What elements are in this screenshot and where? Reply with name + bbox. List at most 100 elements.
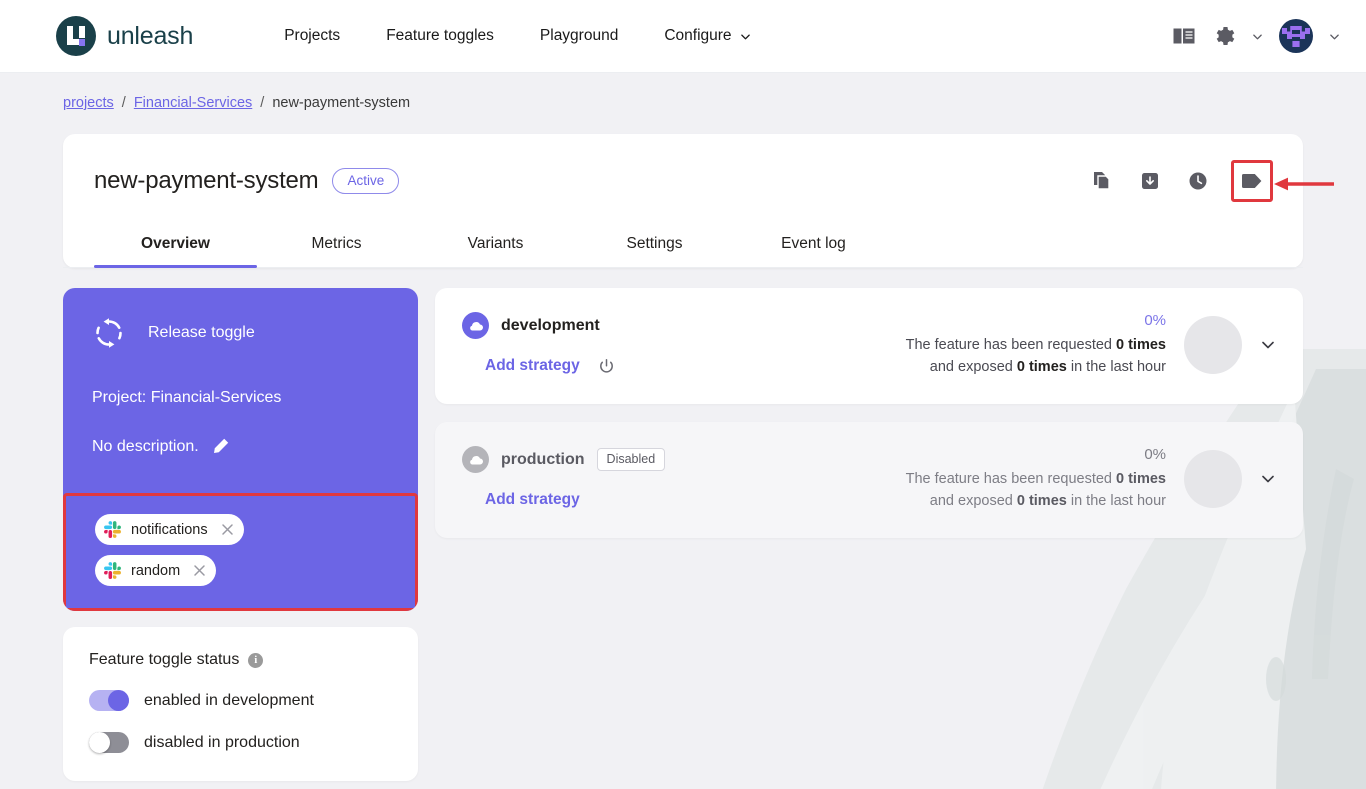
project-label: Project: Financial-Services: [92, 389, 389, 407]
gear-settings-icon[interactable]: [1212, 24, 1236, 48]
stat-prefix: The feature has been requested: [906, 337, 1116, 353]
environment-card-production: production Disabled Add strategy 0% The …: [435, 422, 1303, 538]
breadcrumb-separator: /: [122, 95, 126, 111]
feature-overview-body: Release toggle Project: Financial-Servic…: [63, 288, 1303, 781]
stat-prefix: The feature has been requested: [906, 471, 1116, 487]
cloud-icon: [462, 312, 489, 339]
stat-suffix: in the last hour: [1067, 493, 1166, 509]
tags-section: notifications random: [63, 493, 418, 611]
info-icon[interactable]: i: [248, 653, 263, 668]
tag-icon[interactable]: [1231, 160, 1273, 202]
feature-toggle-status-card: Feature toggle status i enabled in devel…: [63, 627, 418, 781]
slack-icon: [104, 521, 121, 538]
nav-right-actions: [1172, 19, 1340, 53]
description-row: No description.: [92, 437, 389, 456]
status-card-title-row: Feature toggle status i: [89, 651, 392, 669]
expand-chevron-down-icon[interactable]: [1260, 471, 1276, 487]
remove-tag-icon[interactable]: [192, 563, 207, 578]
tag-chip[interactable]: random: [95, 555, 216, 586]
feature-header-row: new-payment-system Active: [63, 134, 1303, 202]
exposure-percent-production: 0%: [906, 446, 1166, 463]
tab-metrics[interactable]: Metrics: [257, 220, 416, 267]
tab-settings[interactable]: Settings: [575, 220, 734, 267]
environment-strategy-row-production: Add strategy: [462, 491, 665, 509]
environment-header-production: production Disabled: [462, 446, 665, 473]
feature-action-icons: [1087, 160, 1273, 202]
stat-exposed-count: 0 times: [1017, 359, 1067, 375]
environment-card-development: development Add strategy 0% The: [435, 288, 1303, 404]
environment-stat-line-1-production: The feature has been requested 0 times: [906, 469, 1166, 490]
history-icon[interactable]: [1183, 166, 1213, 196]
expand-chevron-down-icon[interactable]: [1260, 337, 1276, 353]
status-badge: Active: [332, 168, 399, 194]
nav-link-playground-label: Playground: [540, 27, 618, 45]
brand-name: unleash: [107, 22, 193, 51]
tag-label: notifications: [131, 522, 208, 538]
stat-requested-count: 0 times: [1116, 337, 1166, 353]
add-strategy-button-development[interactable]: Add strategy: [485, 357, 580, 375]
power-icon[interactable]: [598, 358, 615, 375]
breadcrumb-separator: /: [260, 95, 264, 111]
exposure-donut-chart-production: [1184, 450, 1242, 508]
unleash-logo-icon: [56, 16, 96, 56]
toggle-type-row: Release toggle: [92, 316, 389, 356]
breadcrumb-item-current: new-payment-system: [272, 95, 410, 111]
nav-link-projects[interactable]: Projects: [261, 17, 363, 55]
nav-link-feature-toggles[interactable]: Feature toggles: [363, 17, 517, 55]
avatar[interactable]: [1279, 19, 1313, 53]
page-title: new-payment-system: [94, 167, 318, 195]
settings-chevron-down-icon[interactable]: [1252, 31, 1263, 42]
release-toggle-icon: [92, 316, 126, 350]
environment-metrics-development: 0% The feature has been requested 0 time…: [906, 312, 1276, 378]
environment-metrics-production: 0% The feature has been requested 0 time…: [906, 446, 1276, 512]
stat-exposed-count: 0 times: [1017, 493, 1067, 509]
environment-left-production: production Disabled Add strategy: [462, 446, 665, 509]
breadcrumb: projects / Financial-Services / new-paym…: [0, 73, 1366, 111]
stat-prefix: and exposed: [930, 359, 1017, 375]
tab-overview-label: Overview: [141, 235, 210, 252]
environment-stats-production: 0% The feature has been requested 0 time…: [906, 446, 1166, 512]
status-row-development: enabled in development: [89, 690, 392, 711]
brand-logo[interactable]: unleash: [56, 16, 193, 56]
left-column: Release toggle Project: Financial-Servic…: [63, 288, 418, 781]
exposure-percent-development: 0%: [906, 312, 1166, 329]
feature-tabs: Overview Metrics Variants Settings Event…: [63, 220, 1303, 268]
page-root: unleash Projects Feature toggles Playgro…: [0, 0, 1366, 789]
tab-overview[interactable]: Overview: [94, 220, 257, 267]
breadcrumb-item-projects[interactable]: projects: [63, 95, 114, 111]
tab-metrics-label: Metrics: [312, 235, 362, 252]
environment-name-development: development: [501, 317, 600, 335]
breadcrumb-item-financial-services[interactable]: Financial-Services: [134, 95, 252, 111]
tab-event-log-label: Event log: [781, 235, 846, 252]
environment-stat-line-1-development: The feature has been requested 0 times: [906, 335, 1166, 356]
toggle-switch-development[interactable]: [89, 690, 129, 711]
remove-tag-icon[interactable]: [220, 522, 235, 537]
profile-chevron-down-icon[interactable]: [1329, 31, 1340, 42]
edit-pencil-icon[interactable]: [211, 437, 230, 456]
add-strategy-button-production[interactable]: Add strategy: [485, 491, 580, 509]
release-toggle-card: Release toggle Project: Financial-Servic…: [63, 288, 418, 611]
stat-prefix: and exposed: [930, 493, 1017, 509]
nav-link-feature-toggles-label: Feature toggles: [386, 27, 494, 45]
status-row-production: disabled in production: [89, 732, 392, 753]
nav-link-configure[interactable]: Configure: [641, 17, 773, 55]
release-card-top: Release toggle Project: Financial-Servic…: [63, 316, 418, 456]
tag-chip[interactable]: notifications: [95, 514, 244, 545]
archive-feature-button[interactable]: [1135, 166, 1165, 196]
environment-header-development: development: [462, 312, 615, 339]
primary-nav-links: Projects Feature toggles Playground Conf…: [261, 17, 773, 55]
environment-strategy-row-development: Add strategy: [462, 357, 615, 375]
nav-link-projects-label: Projects: [284, 27, 340, 45]
environment-disabled-badge: Disabled: [597, 448, 666, 471]
toggle-type-label: Release toggle: [148, 324, 255, 342]
exposure-donut-chart-development: [1184, 316, 1242, 374]
tab-variants[interactable]: Variants: [416, 220, 575, 267]
toggle-switch-production[interactable]: [89, 732, 129, 753]
nav-link-playground[interactable]: Playground: [517, 17, 641, 55]
documentation-icon[interactable]: [1172, 26, 1196, 46]
tag-label: random: [131, 563, 180, 579]
chevron-down-icon: [740, 31, 751, 42]
copy-feature-button[interactable]: [1087, 166, 1117, 196]
tab-settings-label: Settings: [626, 235, 682, 252]
tab-event-log[interactable]: Event log: [734, 220, 893, 267]
